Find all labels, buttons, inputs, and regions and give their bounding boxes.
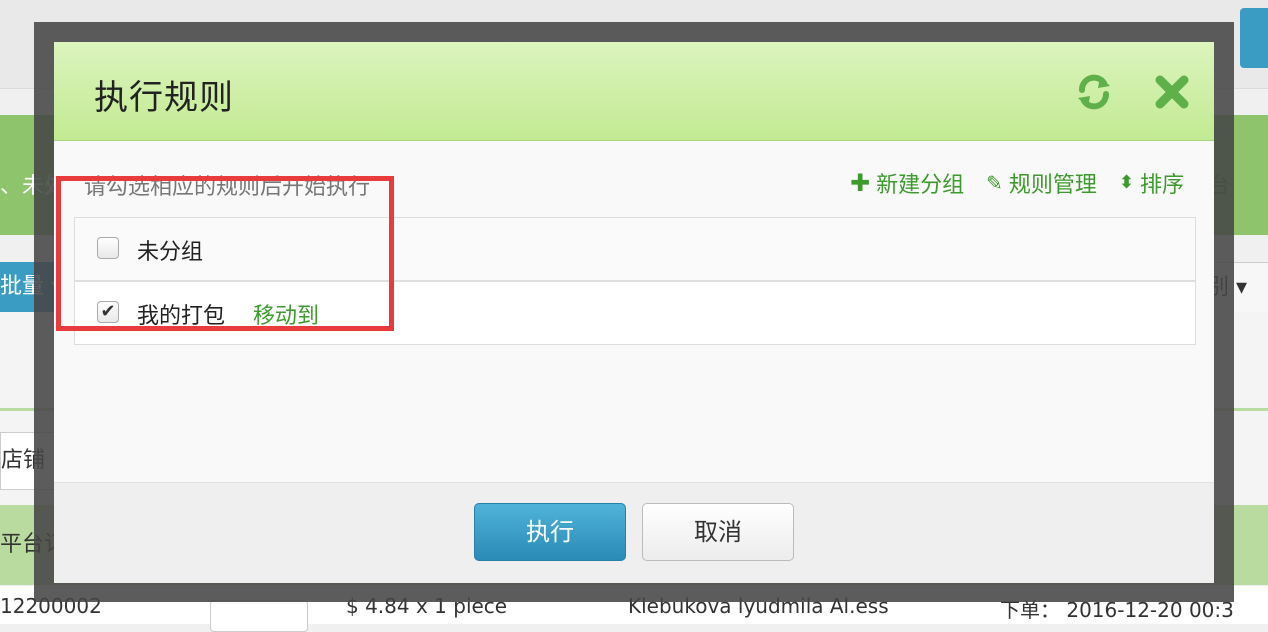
group-row-ungrouped[interactable]: 未分组 (75, 218, 1195, 282)
group-label: 未分组 (137, 240, 204, 265)
rule-manage-label: 规则管理 (1008, 173, 1097, 198)
group-checkbox-ungrouped[interactable] (97, 237, 119, 259)
execute-rules-dialog: 执行规则 请勾选相应的规则后开始执行 ✚ 新建分组 ✎ 规则管理 ⬍ 排序 未分… (54, 42, 1214, 583)
new-group-label: 新建分组 (876, 173, 965, 198)
refresh-icon[interactable] (1074, 72, 1114, 112)
new-group-link[interactable]: ✚ 新建分组 (850, 167, 964, 199)
background-order-thumbnail (210, 600, 308, 632)
dialog-title: 执行规则 (94, 78, 234, 118)
dialog-body: 请勾选相应的规则后开始执行 ✚ 新建分组 ✎ 规则管理 ⬍ 排序 未分组 ✔ 我 (54, 141, 1214, 481)
background-corner-button[interactable] (1240, 8, 1268, 68)
cancel-button[interactable]: 取消 (642, 503, 794, 561)
move-to-link[interactable]: 移动到 (253, 298, 319, 330)
sort-label: 排序 (1139, 173, 1184, 198)
close-icon[interactable] (1152, 72, 1192, 112)
sort-icon: ⬍ (1118, 172, 1134, 193)
dialog-header: 执行规则 (54, 42, 1214, 141)
group-row-my-packing[interactable]: ✔ 我的打包 移动到 (75, 282, 1195, 344)
dialog-hint: 请勾选相应的规则后开始执行 (84, 175, 371, 200)
dialog-actions: ✚ 新建分组 ✎ 规则管理 ⬍ 排序 (850, 167, 1184, 199)
dialog-footer: 执行 取消 (54, 482, 1214, 583)
execute-button[interactable]: 执行 (474, 503, 626, 561)
rule-manage-link[interactable]: ✎ 规则管理 (986, 167, 1097, 199)
plus-icon: ✚ (849, 169, 871, 197)
group-list: 未分组 ✔ 我的打包 移动到 (74, 217, 1196, 345)
group-checkbox-my-packing[interactable]: ✔ (97, 301, 119, 323)
edit-icon: ✎ (986, 171, 1003, 195)
sort-link[interactable]: ⬍ 排序 (1119, 167, 1184, 199)
group-label: 我的打包 (137, 304, 226, 329)
